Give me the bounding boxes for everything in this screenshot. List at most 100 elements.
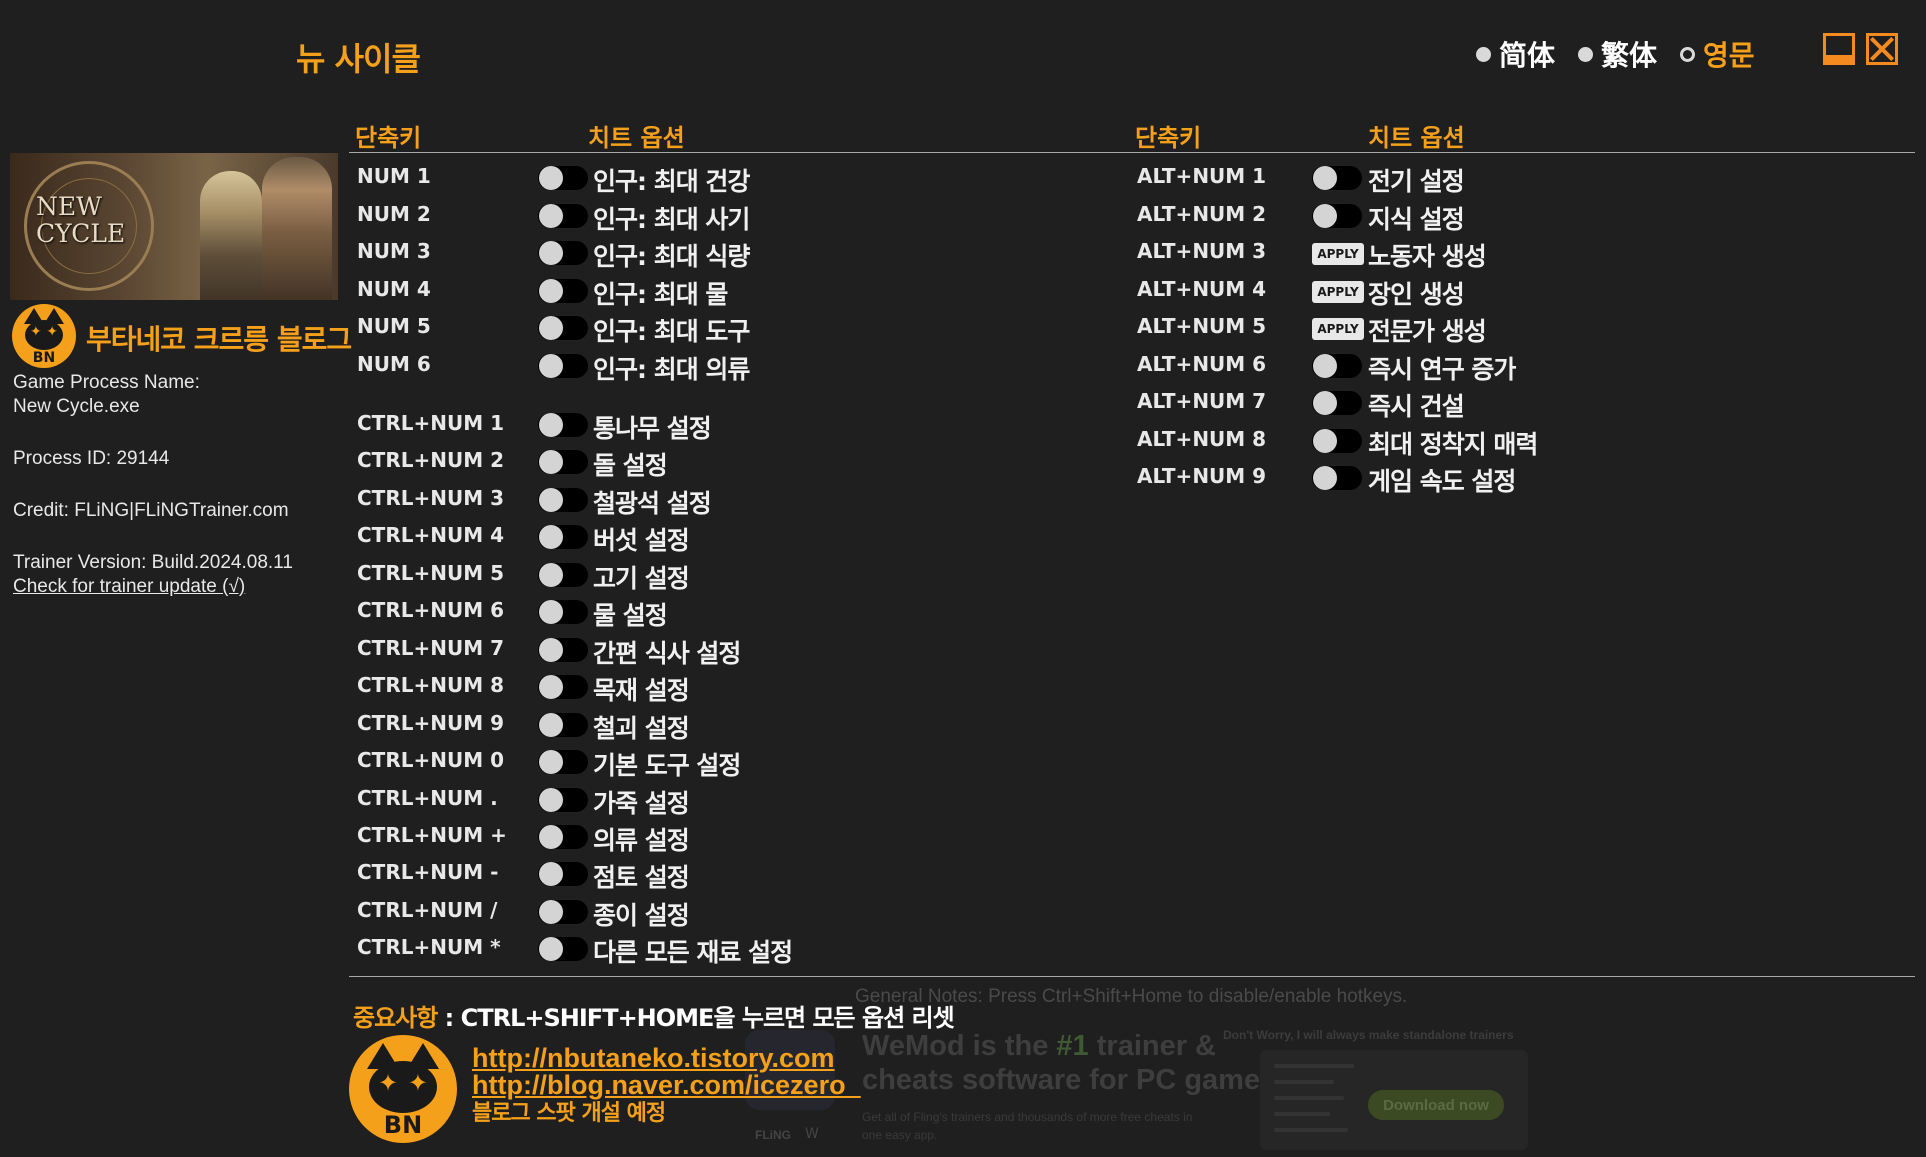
radio-dot-icon bbox=[1476, 46, 1491, 62]
option-label: 버섯 설정 bbox=[593, 526, 690, 556]
option-label: 기본 도구 설정 bbox=[593, 751, 741, 781]
option-row: ALT+NUM 5 APPLY 전문가 생성 bbox=[1137, 312, 1697, 346]
apply-button[interactable]: APPLY bbox=[1312, 280, 1364, 303]
lang-radio-simplified[interactable]: 简体 bbox=[1476, 34, 1555, 74]
game-banner: NEW CYCLE bbox=[10, 153, 338, 300]
update-link[interactable]: Check for trainer update (√) bbox=[13, 575, 245, 599]
lang-label: 영문 bbox=[1703, 39, 1755, 72]
option-label: 돌 설정 bbox=[593, 451, 668, 481]
option-label: 최대 정착지 매력 bbox=[1368, 429, 1538, 459]
toggle-knob bbox=[539, 787, 563, 812]
toggle-switch[interactable] bbox=[1312, 428, 1362, 453]
toggle-switch[interactable] bbox=[1312, 466, 1362, 490]
toggle-switch[interactable] bbox=[538, 712, 588, 737]
blogspot-note: 블로그 스팟 개설 예정 bbox=[472, 1101, 666, 1126]
apply-button[interactable]: APPLY bbox=[1312, 318, 1364, 340]
toggle-switch[interactable] bbox=[538, 675, 588, 700]
toggle-switch[interactable] bbox=[538, 450, 588, 475]
toggle-knob bbox=[539, 862, 563, 887]
process-id: Process ID: 29144 bbox=[13, 448, 170, 469]
toggle-switch[interactable] bbox=[1312, 353, 1362, 378]
close-button[interactable] bbox=[1866, 33, 1898, 65]
toggle-switch[interactable] bbox=[538, 487, 588, 512]
radio-selected-icon bbox=[1680, 46, 1695, 62]
hotkey-label: CTRL+NUM 8 bbox=[357, 673, 504, 698]
option-row: ALT+NUM 8 최대 정착지 매력 bbox=[1137, 425, 1697, 459]
hotkey-label: ALT+NUM 8 bbox=[1137, 426, 1267, 451]
hotkey-label: ALT+NUM 5 bbox=[1137, 314, 1267, 338]
toggle-switch[interactable] bbox=[1312, 203, 1362, 228]
toggle-switch[interactable] bbox=[1312, 391, 1362, 415]
toggle-knob bbox=[539, 316, 563, 340]
toggle-switch[interactable] bbox=[1312, 166, 1362, 190]
option-label: 점토 설정 bbox=[593, 863, 690, 893]
option-row: CTRL+NUM 6 물 설정 bbox=[357, 596, 917, 630]
toggle-switch[interactable] bbox=[538, 525, 588, 550]
toggle-knob bbox=[539, 562, 563, 587]
option-row: ALT+NUM 7 즉시 건설 bbox=[1137, 387, 1697, 421]
character-figure bbox=[262, 157, 332, 300]
toggle-knob bbox=[539, 166, 563, 190]
footer-mascot-icon: BN bbox=[349, 1035, 457, 1143]
toggle-switch[interactable] bbox=[538, 203, 588, 228]
toggle-knob bbox=[539, 899, 563, 924]
hotkey-label: CTRL+NUM . bbox=[357, 785, 498, 810]
option-row: NUM 3 인구: 최대 식량 bbox=[357, 237, 917, 271]
option-label: 가죽 설정 bbox=[593, 788, 690, 818]
option-label: 인구: 최대 물 bbox=[593, 279, 728, 309]
option-label: 간편 식사 설정 bbox=[593, 638, 741, 668]
toggle-switch[interactable] bbox=[538, 353, 588, 378]
header-divider bbox=[349, 152, 1915, 153]
option-label: 장인 생성 bbox=[1368, 279, 1465, 309]
toggle-switch[interactable] bbox=[538, 316, 588, 340]
toggle-switch[interactable] bbox=[538, 750, 588, 775]
apply-button[interactable]: APPLY bbox=[1312, 243, 1364, 265]
hotkey-label: CTRL+NUM 4 bbox=[357, 523, 504, 548]
option-label: 의류 설정 bbox=[593, 825, 690, 855]
credit-text: Credit: FLiNG|FLiNGTrainer.com bbox=[13, 500, 289, 521]
toggle-switch[interactable] bbox=[538, 937, 588, 962]
option-row: CTRL+NUM 0 기본 도구 설정 bbox=[357, 746, 917, 780]
toggle-knob bbox=[539, 637, 563, 662]
toggle-switch[interactable] bbox=[538, 824, 588, 849]
toggle-switch[interactable] bbox=[538, 637, 588, 662]
hotkey-label: ALT+NUM 3 bbox=[1137, 239, 1267, 263]
game-logo: NEW CYCLE bbox=[36, 192, 126, 248]
hotkey-label: CTRL+NUM 6 bbox=[357, 598, 504, 623]
option-label: 고기 설정 bbox=[593, 563, 690, 593]
toggle-knob bbox=[539, 675, 563, 700]
toggle-switch[interactable] bbox=[538, 166, 588, 190]
app-preview: Download now bbox=[1260, 1050, 1528, 1150]
toggle-switch[interactable] bbox=[538, 413, 588, 437]
toggle-switch[interactable] bbox=[538, 562, 588, 587]
toggle-switch[interactable] bbox=[538, 278, 588, 303]
hotkey-label: ALT+NUM 9 bbox=[1137, 464, 1267, 488]
toggle-knob bbox=[539, 600, 563, 625]
option-label: 전문가 생성 bbox=[1368, 317, 1487, 346]
option-row: ALT+NUM 6 즉시 연구 증가 bbox=[1137, 350, 1697, 384]
minimize-button[interactable] bbox=[1823, 33, 1855, 65]
toggle-knob bbox=[539, 937, 563, 962]
wemod-logo-icon: W bbox=[805, 1126, 819, 1142]
toggle-knob bbox=[539, 487, 563, 512]
lang-radio-traditional[interactable]: 繁体 bbox=[1578, 34, 1657, 74]
lang-radio-english[interactable]: 영문 bbox=[1680, 34, 1755, 74]
toggle-switch[interactable] bbox=[538, 241, 588, 265]
character-figure bbox=[200, 171, 262, 300]
blog-title: 부타네코 크르릉 블로그 bbox=[86, 323, 352, 356]
option-row: CTRL+NUM 2 돌 설정 bbox=[357, 446, 917, 480]
toggle-switch[interactable] bbox=[538, 787, 588, 812]
toggle-switch[interactable] bbox=[538, 862, 588, 887]
toggle-knob bbox=[539, 278, 563, 303]
download-button[interactable]: Download now bbox=[1368, 1090, 1504, 1120]
option-label: 전기 설정 bbox=[1368, 167, 1465, 196]
hotkey-label: CTRL+NUM * bbox=[357, 935, 501, 960]
option-row: CTRL+NUM * 다른 모든 재료 설정 bbox=[357, 933, 917, 967]
hotkey-label: CTRL+NUM 5 bbox=[357, 560, 504, 585]
toggle-switch[interactable] bbox=[538, 600, 588, 625]
option-row: ALT+NUM 3 APPLY 노동자 생성 bbox=[1137, 237, 1697, 271]
hotkey-label: NUM 1 bbox=[357, 164, 431, 188]
hotkey-label: CTRL+NUM + bbox=[357, 822, 507, 847]
option-label: 종이 설정 bbox=[593, 900, 690, 930]
toggle-switch[interactable] bbox=[538, 899, 588, 924]
